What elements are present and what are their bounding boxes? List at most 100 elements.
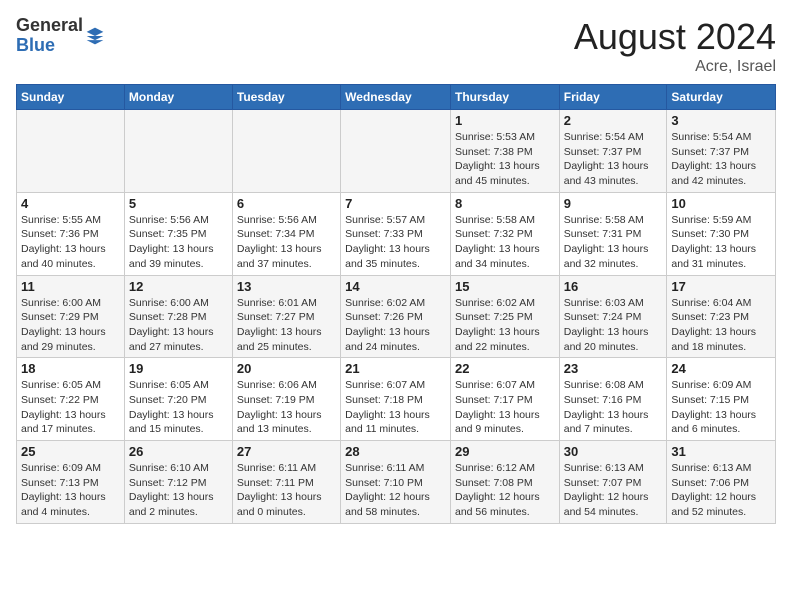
logo-general: General (16, 16, 83, 36)
day-number: 24 (671, 361, 771, 376)
calendar-cell: 30 Sunrise: 6:13 AM Sunset: 7:07 PM Dayli… (559, 441, 667, 524)
weekday-header-tuesday: Tuesday (232, 85, 340, 110)
calendar-cell: 10Sunrise: 5:59 AM Sunset: 7:30 PM Dayli… (667, 192, 776, 275)
calendar-cell: 5 Sunrise: 5:56 AM Sunset: 7:35 PM Daylig… (124, 192, 232, 275)
calendar-table: SundayMondayTuesdayWednesdayThursdayFrid… (16, 84, 776, 524)
weekday-header-monday: Monday (124, 85, 232, 110)
calendar-cell: 11Sunrise: 6:00 AM Sunset: 7:29 PM Dayli… (17, 275, 125, 358)
calendar-cell: 13 Sunrise: 6:01 AM Sunset: 7:27 PM Dayli… (232, 275, 340, 358)
calendar-cell: 12 Sunrise: 6:00 AM Sunset: 7:28 PM Dayli… (124, 275, 232, 358)
calendar-week-row: 25 Sunrise: 6:09 AM Sunset: 7:13 PM Dayli… (17, 441, 776, 524)
day-number: 30 (564, 444, 663, 459)
day-number: 14 (345, 279, 446, 294)
day-info: Sunrise: 6:11 AM Sunset: 7:10 PM Dayligh… (345, 461, 446, 520)
calendar-cell (341, 110, 451, 193)
calendar-week-row: 11Sunrise: 6:00 AM Sunset: 7:29 PM Dayli… (17, 275, 776, 358)
day-number: 1 (455, 113, 555, 128)
calendar-cell: 7 Sunrise: 5:57 AM Sunset: 7:33 PM Daylig… (341, 192, 451, 275)
weekday-header-wednesday: Wednesday (341, 85, 451, 110)
calendar-week-row: 1 Sunrise: 5:53 AM Sunset: 7:38 PM Daylig… (17, 110, 776, 193)
calendar-cell: 1 Sunrise: 5:53 AM Sunset: 7:38 PM Daylig… (450, 110, 559, 193)
calendar-cell: 21Sunrise: 6:07 AM Sunset: 7:18 PM Dayli… (341, 358, 451, 441)
calendar-cell: 26 Sunrise: 6:10 AM Sunset: 7:12 PM Dayli… (124, 441, 232, 524)
calendar-cell: 18 Sunrise: 6:05 AM Sunset: 7:22 PM Dayli… (17, 358, 125, 441)
logo: General Blue (16, 16, 105, 56)
day-info: Sunrise: 5:54 AM Sunset: 7:37 PM Dayligh… (564, 130, 663, 189)
day-info: Sunrise: 6:10 AM Sunset: 7:12 PM Dayligh… (129, 461, 228, 520)
calendar-cell: 9 Sunrise: 5:58 AM Sunset: 7:31 PM Daylig… (559, 192, 667, 275)
page-header: General Blue August 2024 Acre, Israel (16, 16, 776, 76)
day-info: Sunrise: 5:55 AM Sunset: 7:36 PM Dayligh… (21, 213, 120, 272)
day-info: Sunrise: 5:53 AM Sunset: 7:38 PM Dayligh… (455, 130, 555, 189)
day-number: 15 (455, 279, 555, 294)
logo-icon (85, 26, 105, 46)
day-info: Sunrise: 6:00 AM Sunset: 7:28 PM Dayligh… (129, 296, 228, 355)
day-number: 12 (129, 279, 228, 294)
day-number: 3 (671, 113, 771, 128)
logo-text: General Blue (16, 16, 83, 56)
day-info: Sunrise: 6:08 AM Sunset: 7:16 PM Dayligh… (564, 378, 663, 437)
calendar-cell: 24 Sunrise: 6:09 AM Sunset: 7:15 PM Dayli… (667, 358, 776, 441)
calendar-cell: 31 Sunrise: 6:13 AM Sunset: 7:06 PM Dayli… (667, 441, 776, 524)
calendar-cell: 23 Sunrise: 6:08 AM Sunset: 7:16 PM Dayli… (559, 358, 667, 441)
day-info: Sunrise: 6:05 AM Sunset: 7:20 PM Dayligh… (129, 378, 228, 437)
day-info: Sunrise: 6:03 AM Sunset: 7:24 PM Dayligh… (564, 296, 663, 355)
day-info: Sunrise: 5:58 AM Sunset: 7:31 PM Dayligh… (564, 213, 663, 272)
calendar-week-row: 18 Sunrise: 6:05 AM Sunset: 7:22 PM Dayli… (17, 358, 776, 441)
calendar-cell (124, 110, 232, 193)
day-number: 5 (129, 196, 228, 211)
weekday-header-sunday: Sunday (17, 85, 125, 110)
calendar-cell: 15Sunrise: 6:02 AM Sunset: 7:25 PM Dayli… (450, 275, 559, 358)
weekday-header-friday: Friday (559, 85, 667, 110)
day-info: Sunrise: 6:06 AM Sunset: 7:19 PM Dayligh… (237, 378, 336, 437)
month-year: August 2024 (574, 16, 776, 58)
day-info: Sunrise: 6:09 AM Sunset: 7:13 PM Dayligh… (21, 461, 120, 520)
day-info: Sunrise: 6:04 AM Sunset: 7:23 PM Dayligh… (671, 296, 771, 355)
day-number: 22 (455, 361, 555, 376)
calendar-cell: 3Sunrise: 5:54 AM Sunset: 7:37 PM Daylig… (667, 110, 776, 193)
day-number: 16 (564, 279, 663, 294)
day-number: 25 (21, 444, 120, 459)
weekday-header-saturday: Saturday (667, 85, 776, 110)
day-number: 8 (455, 196, 555, 211)
logo-blue: Blue (16, 36, 83, 56)
day-info: Sunrise: 6:13 AM Sunset: 7:07 PM Dayligh… (564, 461, 663, 520)
calendar-cell: 19 Sunrise: 6:05 AM Sunset: 7:20 PM Dayli… (124, 358, 232, 441)
calendar-cell: 8 Sunrise: 5:58 AM Sunset: 7:32 PM Daylig… (450, 192, 559, 275)
day-info: Sunrise: 6:05 AM Sunset: 7:22 PM Dayligh… (21, 378, 120, 437)
day-number: 13 (237, 279, 336, 294)
calendar-cell: 2Sunrise: 5:54 AM Sunset: 7:37 PM Daylig… (559, 110, 667, 193)
day-info: Sunrise: 5:57 AM Sunset: 7:33 PM Dayligh… (345, 213, 446, 272)
day-info: Sunrise: 5:59 AM Sunset: 7:30 PM Dayligh… (671, 213, 771, 272)
day-number: 29 (455, 444, 555, 459)
day-number: 23 (564, 361, 663, 376)
day-number: 11 (21, 279, 120, 294)
day-number: 7 (345, 196, 446, 211)
day-number: 19 (129, 361, 228, 376)
day-info: Sunrise: 5:56 AM Sunset: 7:35 PM Dayligh… (129, 213, 228, 272)
day-info: Sunrise: 6:02 AM Sunset: 7:26 PM Dayligh… (345, 296, 446, 355)
calendar-cell (17, 110, 125, 193)
day-info: Sunrise: 5:56 AM Sunset: 7:34 PM Dayligh… (237, 213, 336, 272)
day-number: 9 (564, 196, 663, 211)
day-info: Sunrise: 6:01 AM Sunset: 7:27 PM Dayligh… (237, 296, 336, 355)
calendar-cell (232, 110, 340, 193)
day-info: Sunrise: 6:07 AM Sunset: 7:18 PM Dayligh… (345, 378, 446, 437)
day-number: 4 (21, 196, 120, 211)
calendar-cell: 20Sunrise: 6:06 AM Sunset: 7:19 PM Dayli… (232, 358, 340, 441)
day-info: Sunrise: 6:07 AM Sunset: 7:17 PM Dayligh… (455, 378, 555, 437)
day-number: 18 (21, 361, 120, 376)
day-number: 26 (129, 444, 228, 459)
calendar-cell: 29Sunrise: 6:12 AM Sunset: 7:08 PM Dayli… (450, 441, 559, 524)
calendar-week-row: 4 Sunrise: 5:55 AM Sunset: 7:36 PM Daylig… (17, 192, 776, 275)
day-number: 6 (237, 196, 336, 211)
day-info: Sunrise: 5:58 AM Sunset: 7:32 PM Dayligh… (455, 213, 555, 272)
day-info: Sunrise: 6:13 AM Sunset: 7:06 PM Dayligh… (671, 461, 771, 520)
location: Acre, Israel (574, 58, 776, 76)
day-info: Sunrise: 6:09 AM Sunset: 7:15 PM Dayligh… (671, 378, 771, 437)
calendar-cell: 22 Sunrise: 6:07 AM Sunset: 7:17 PM Dayli… (450, 358, 559, 441)
day-number: 31 (671, 444, 771, 459)
calendar-cell: 14 Sunrise: 6:02 AM Sunset: 7:26 PM Dayli… (341, 275, 451, 358)
calendar-cell: 28Sunrise: 6:11 AM Sunset: 7:10 PM Dayli… (341, 441, 451, 524)
weekday-header-row: SundayMondayTuesdayWednesdayThursdayFrid… (17, 85, 776, 110)
